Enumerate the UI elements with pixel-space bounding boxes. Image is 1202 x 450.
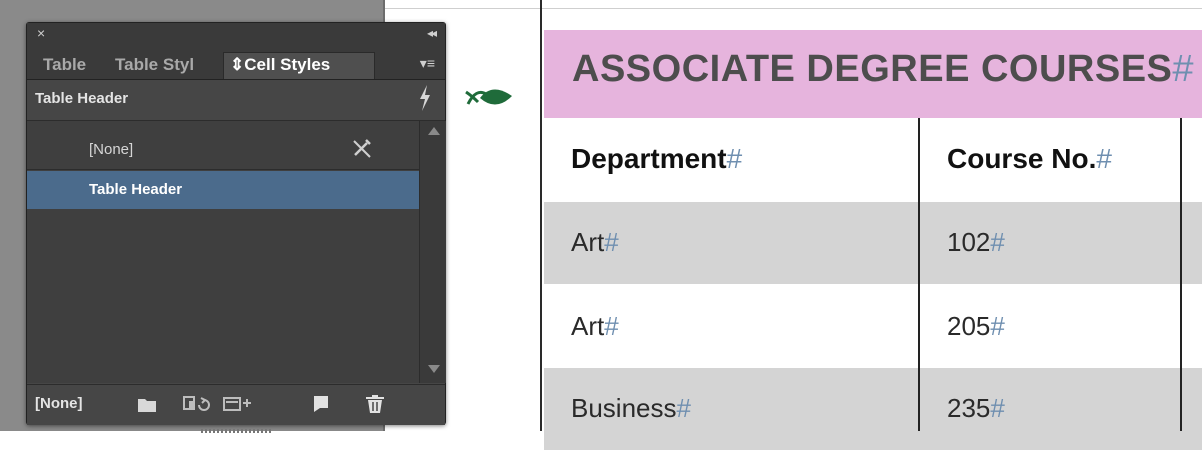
new-group-icon[interactable] <box>137 395 157 413</box>
no-edit-icon <box>353 139 371 158</box>
courses-table[interactable]: ASSOCIATE DEGREE COURSES# Department# Co… <box>544 30 1202 450</box>
styles-list[interactable]: [None] Table Header <box>27 121 419 383</box>
table-cell[interactable]: Art# <box>544 286 918 368</box>
style-name: Table Header <box>89 181 183 198</box>
table-cell[interactable]: 102# <box>920 202 1180 284</box>
collapse-icon[interactable]: ◂◂ <box>427 26 437 40</box>
cell-styles-panel[interactable]: × ◂◂ Table Table Styl ⇕Cell Styles ▾≡ Ta… <box>26 22 446 433</box>
page-margin-line <box>540 0 542 431</box>
current-style-bar: Table Header <box>27 80 445 121</box>
column-divider <box>1180 118 1182 431</box>
delete-icon[interactable] <box>365 395 385 413</box>
table-title: ASSOCIATE DEGREE COURSES# <box>572 48 1195 90</box>
table-cell[interactable]: 205# <box>920 286 1180 368</box>
table-cell[interactable]: Department# <box>544 118 918 200</box>
close-icon[interactable]: × <box>37 26 45 40</box>
list-divider <box>27 169 419 170</box>
clear-overrides-icon[interactable] <box>223 395 253 413</box>
new-style-icon[interactable] <box>311 395 329 413</box>
scroll-down-icon[interactable] <box>428 365 440 373</box>
panel-footer: [None] <box>27 384 445 425</box>
current-style-label: Table Header <box>35 90 129 107</box>
panel-resize-grip[interactable] <box>201 429 271 433</box>
scrollbar[interactable] <box>419 121 446 383</box>
list-item[interactable]: Table Header <box>27 171 419 209</box>
load-styles-icon[interactable] <box>183 395 211 413</box>
page-top-rule <box>385 8 1202 9</box>
panel-menu-icon[interactable]: ▾≡ <box>420 55 435 72</box>
footer-style-label: [None] <box>35 395 83 412</box>
panel-tabs: Table Table Styl ⇕Cell Styles <box>27 45 445 80</box>
panel-titlebar[interactable]: × ◂◂ <box>27 23 445 45</box>
style-name: [None] <box>89 141 134 158</box>
table-header-row[interactable]: Department# Course No.# <box>544 118 1202 200</box>
leaf-ornament-icon <box>465 89 512 105</box>
table-title-row[interactable]: ASSOCIATE DEGREE COURSES# <box>544 30 1202 118</box>
table-row[interactable]: Business# 235# <box>544 368 1202 450</box>
scroll-up-icon[interactable] <box>428 127 440 135</box>
list-item[interactable]: [None] <box>27 131 419 169</box>
tab-table[interactable]: Table <box>37 53 119 79</box>
table-cell[interactable]: 235# <box>920 368 1180 450</box>
table-row[interactable]: Art# 205# <box>544 286 1202 368</box>
tab-cell-styles[interactable]: ⇕Cell Styles <box>223 52 375 79</box>
tab-table-styles[interactable]: Table Styl <box>109 53 233 79</box>
column-divider <box>918 118 920 431</box>
table-row[interactable]: Art# 102# <box>544 202 1202 284</box>
quick-apply-icon[interactable] <box>417 84 433 112</box>
table-cell[interactable]: Business# <box>544 368 918 450</box>
table-cell[interactable]: Course No.# <box>920 118 1180 200</box>
table-cell[interactable]: Art# <box>544 202 918 284</box>
